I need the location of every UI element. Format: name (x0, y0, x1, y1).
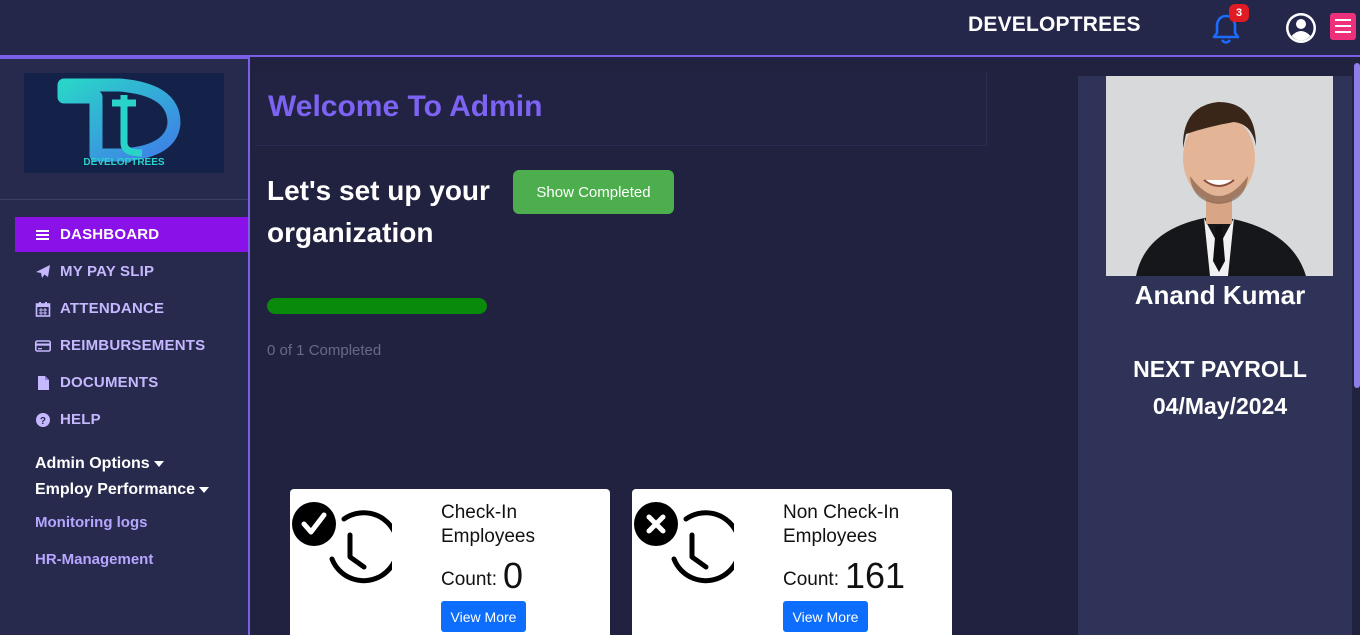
sidebar-item-label: HELP (60, 411, 101, 428)
sidebar-item-label: ATTENDANCE (60, 300, 165, 317)
clock-x-icon (634, 502, 734, 584)
count-value: 161 (844, 555, 906, 596)
view-more-button[interactable]: View More (783, 601, 868, 632)
employ-performance-dropdown[interactable]: Employ Performance (35, 481, 210, 507)
user-circle-icon[interactable] (1284, 11, 1318, 45)
progress-fill (267, 298, 487, 314)
file-icon (38, 375, 49, 390)
sidebar-item-attendance[interactable]: ATTENDANCE (15, 291, 248, 326)
count-label: Count: (783, 569, 839, 590)
sidebar-item-documents[interactable]: DOCUMENTS (15, 365, 248, 400)
company-logo: DEVELOPTREES (24, 73, 224, 173)
next-payroll-label: NEXT PAYROLL (1133, 356, 1307, 382)
sidebar-item-label: REIMBURSEMENTS (60, 337, 206, 354)
checkin-card: Check-In Employees Count: 0 View More (290, 489, 610, 635)
sidebar-item-dashboard[interactable]: DASHBOARD (15, 217, 248, 252)
sidebar-item-label: DASHBOARD (60, 226, 160, 243)
next-payroll-date: 04/May/2024 (1152, 393, 1288, 419)
calendar-icon (35, 301, 51, 317)
credit-card-icon (35, 339, 51, 352)
top-navbar: DEVELOPTREES 3 (0, 0, 1360, 57)
paper-plane-icon (36, 264, 50, 278)
card-label: Check-In Employees (441, 502, 535, 547)
view-more-button[interactable]: View More (441, 601, 526, 632)
hamburger-menu-icon[interactable] (1330, 13, 1356, 40)
sidebar-item-label: DOCUMENTS (60, 374, 159, 391)
caret-down-icon (199, 486, 210, 493)
card-count: Count: 0 (441, 555, 523, 597)
card-label: Non Check-In Employees (783, 502, 900, 547)
sidebar-item-reimbursements[interactable]: REIMBURSEMENTS (15, 328, 248, 363)
question-circle-icon: ? (36, 412, 50, 427)
sidebar-nav: DASHBOARD MY PAY SLIP ATTENDANCE REIMBUR… (15, 217, 248, 439)
count-value: 0 (502, 555, 524, 596)
show-completed-button[interactable]: Show Completed (513, 170, 674, 214)
non-checkin-card: Non Check-In Employees Count: 161 View Mo… (632, 489, 952, 635)
admin-section: Admin Options Employ Performance (35, 455, 210, 507)
sidebar-item-label: MY PAY SLIP (60, 263, 155, 280)
sidebar-item-my-pay-slip[interactable]: MY PAY SLIP (15, 254, 248, 289)
notification-badge: 3 (1229, 4, 1249, 22)
monitoring-logs-link[interactable]: Monitoring logs (35, 514, 147, 531)
svg-text:?: ? (40, 416, 46, 427)
employ-performance-label: Employ Performance (35, 481, 196, 498)
setup-progress-bar (267, 298, 487, 314)
hr-management-link[interactable]: HR-Management (35, 551, 153, 568)
bars-icon (36, 229, 49, 240)
count-label: Count: (441, 569, 497, 590)
admin-options-label: Admin Options (35, 455, 150, 472)
page-title: Welcome To Admin (268, 90, 543, 123)
profile-photo (1106, 76, 1333, 276)
sidebar-item-help[interactable]: ? HELP (15, 402, 248, 437)
caret-down-icon (153, 460, 164, 467)
setup-heading: Let's set up your organization (267, 175, 490, 248)
clock-check-icon (292, 502, 392, 584)
brand-title: DEVELOPTREES (968, 13, 1141, 36)
sidebar: DEVELOPTREES DASHBOARD MY PAY SLIP ATTEN… (0, 57, 250, 635)
card-count: Count: 161 (783, 555, 905, 597)
admin-options-dropdown[interactable]: Admin Options (35, 455, 209, 481)
divider (0, 199, 248, 200)
logo-text: DEVELOPTREES (83, 157, 164, 168)
profile-name: Anand Kumar (1134, 280, 1306, 310)
progress-text: 0 of 1 Completed (267, 342, 382, 359)
scrollbar[interactable] (1354, 63, 1360, 388)
